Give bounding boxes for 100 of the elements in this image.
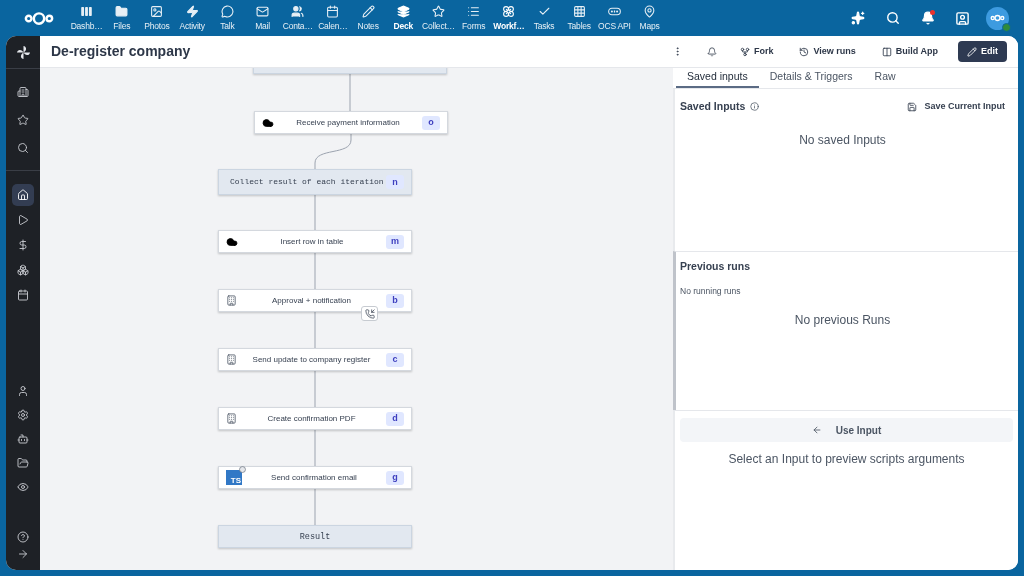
app-link[interactable]: Files: [104, 0, 140, 36]
step-id-badge: b: [386, 293, 404, 308]
flow-node[interactable]: Create confirmation PDF d: [218, 407, 412, 430]
save-icon: [907, 101, 918, 112]
folder-icon: [17, 457, 29, 469]
avatar-icon: [986, 6, 1009, 30]
circle-icon: [239, 466, 246, 473]
app-link[interactable]: Deck: [385, 0, 421, 36]
step-id-badge: m: [386, 234, 404, 249]
pencil-icon: [967, 46, 977, 57]
fork-icon: [739, 46, 750, 57]
status-text: No running runs: [680, 285, 742, 299]
grid-icon: [572, 5, 586, 18]
connector-line: [314, 252, 316, 290]
user-icon: [17, 385, 29, 397]
flow-node[interactable]: Insert row in table m: [218, 230, 412, 253]
node-title: Send update to company register: [252, 354, 371, 365]
settings-icon: [17, 409, 29, 421]
flower-icon: [502, 5, 516, 18]
toolbar-button[interactable]: Fork: [733, 41, 780, 62]
star-icon: [431, 5, 445, 18]
app-link[interactable]: Tasks: [526, 0, 562, 36]
pinwheel-logo[interactable]: [15, 44, 31, 60]
building-icon: [17, 86, 29, 98]
connector-line: [349, 73, 351, 112]
calendar-icon: [326, 5, 340, 18]
step-id-badge: n: [386, 175, 404, 189]
use-input-button[interactable]: Use Input: [680, 418, 1013, 443]
tab[interactable]: Details & Triggers: [758, 68, 864, 88]
sidebar-button[interactable]: [12, 184, 34, 206]
page-title: De-register company: [51, 42, 191, 61]
people-icon: [291, 5, 305, 18]
search-icon: [17, 142, 29, 154]
cloud-icon: [262, 116, 274, 129]
star-icon: [17, 114, 29, 126]
flow-node[interactable]: Receive payment information o: [254, 111, 448, 134]
contact-card-icon: [955, 10, 970, 26]
dollar-icon: [17, 239, 29, 251]
flow-node[interactable]: Collect result of each iteration n: [218, 169, 412, 195]
node-title: Receive payment information: [296, 117, 400, 128]
pill-icon: [607, 5, 621, 18]
phone-icon[interactable]: [361, 306, 378, 321]
pencil-icon: [361, 5, 375, 18]
app-link[interactable]: Maps: [632, 0, 668, 36]
calendar-icon: [17, 289, 29, 301]
map-pin-icon: [643, 5, 657, 18]
flow-node[interactable]: Send update to company register c: [218, 348, 412, 371]
empty-message: No previous Runs: [793, 312, 892, 330]
flow-node[interactable]: TS Send confirmation email g: [218, 466, 412, 489]
check-icon: [537, 5, 551, 18]
ts-logo: TS: [226, 470, 242, 485]
app-link[interactable]: Activity: [174, 0, 210, 36]
flow-node[interactable]: Approval + notification b: [218, 289, 412, 312]
app-link[interactable]: Conta…: [280, 0, 316, 36]
help-icon: [17, 530, 29, 543]
step-id-badge: o: [422, 115, 440, 130]
search-icon: [885, 11, 900, 25]
bell-icon: [706, 46, 717, 57]
folder-icon: [115, 5, 129, 18]
node-title: Result: [299, 531, 331, 542]
section-title: Saved Inputs: [680, 99, 746, 114]
tab[interactable]: Raw: [863, 68, 907, 88]
app-link[interactable]: OCS API: [596, 0, 632, 36]
connector-line: [314, 370, 316, 408]
play-icon: [17, 214, 29, 226]
connector-line: [314, 488, 316, 526]
app-link[interactable]: Workf…: [491, 0, 527, 36]
app-link[interactable]: Photos: [139, 0, 175, 36]
node-title: Approval + notification: [272, 295, 351, 306]
columns-icon: [881, 46, 892, 57]
app-link[interactable]: Talk: [209, 0, 245, 36]
toolbar-button[interactable]: View runs: [793, 41, 862, 62]
app-link[interactable]: Collect…: [420, 0, 457, 36]
connector-line: [314, 133, 352, 170]
toolbar-button[interactable]: Build App: [875, 41, 944, 62]
node-title: Create confirmation PDF: [267, 413, 356, 424]
app-link[interactable]: Tables: [561, 0, 597, 36]
node-title: Send confirmation email: [271, 472, 357, 483]
info-icon: [750, 102, 760, 112]
app-link[interactable]: Calen…: [315, 0, 351, 36]
image-icon: [150, 5, 164, 18]
app-link[interactable]: Mail: [244, 0, 281, 36]
building-icon: [226, 295, 237, 306]
hint-text: Select an Input to preview scripts arguments: [727, 451, 966, 469]
save-input-button[interactable]: Save Current Input: [907, 100, 1005, 114]
history-icon: [799, 46, 810, 57]
tab[interactable]: Saved inputs: [676, 68, 759, 88]
robot-icon: [17, 433, 29, 445]
chat-bubble-icon: [220, 5, 234, 18]
app-link[interactable]: Notes: [350, 0, 386, 36]
building-icon: [226, 413, 237, 424]
home-icon: [17, 189, 29, 201]
app-link[interactable]: Dashb…: [69, 0, 105, 36]
edit-button[interactable]: Edit: [958, 41, 1007, 62]
layers-icon: [396, 5, 410, 18]
app-logo[interactable]: [24, 10, 54, 26]
app-link[interactable]: Forms: [456, 0, 492, 36]
flow-node[interactable]: Result: [218, 525, 412, 548]
connector-line: [314, 311, 316, 349]
connector-line: [314, 429, 316, 467]
